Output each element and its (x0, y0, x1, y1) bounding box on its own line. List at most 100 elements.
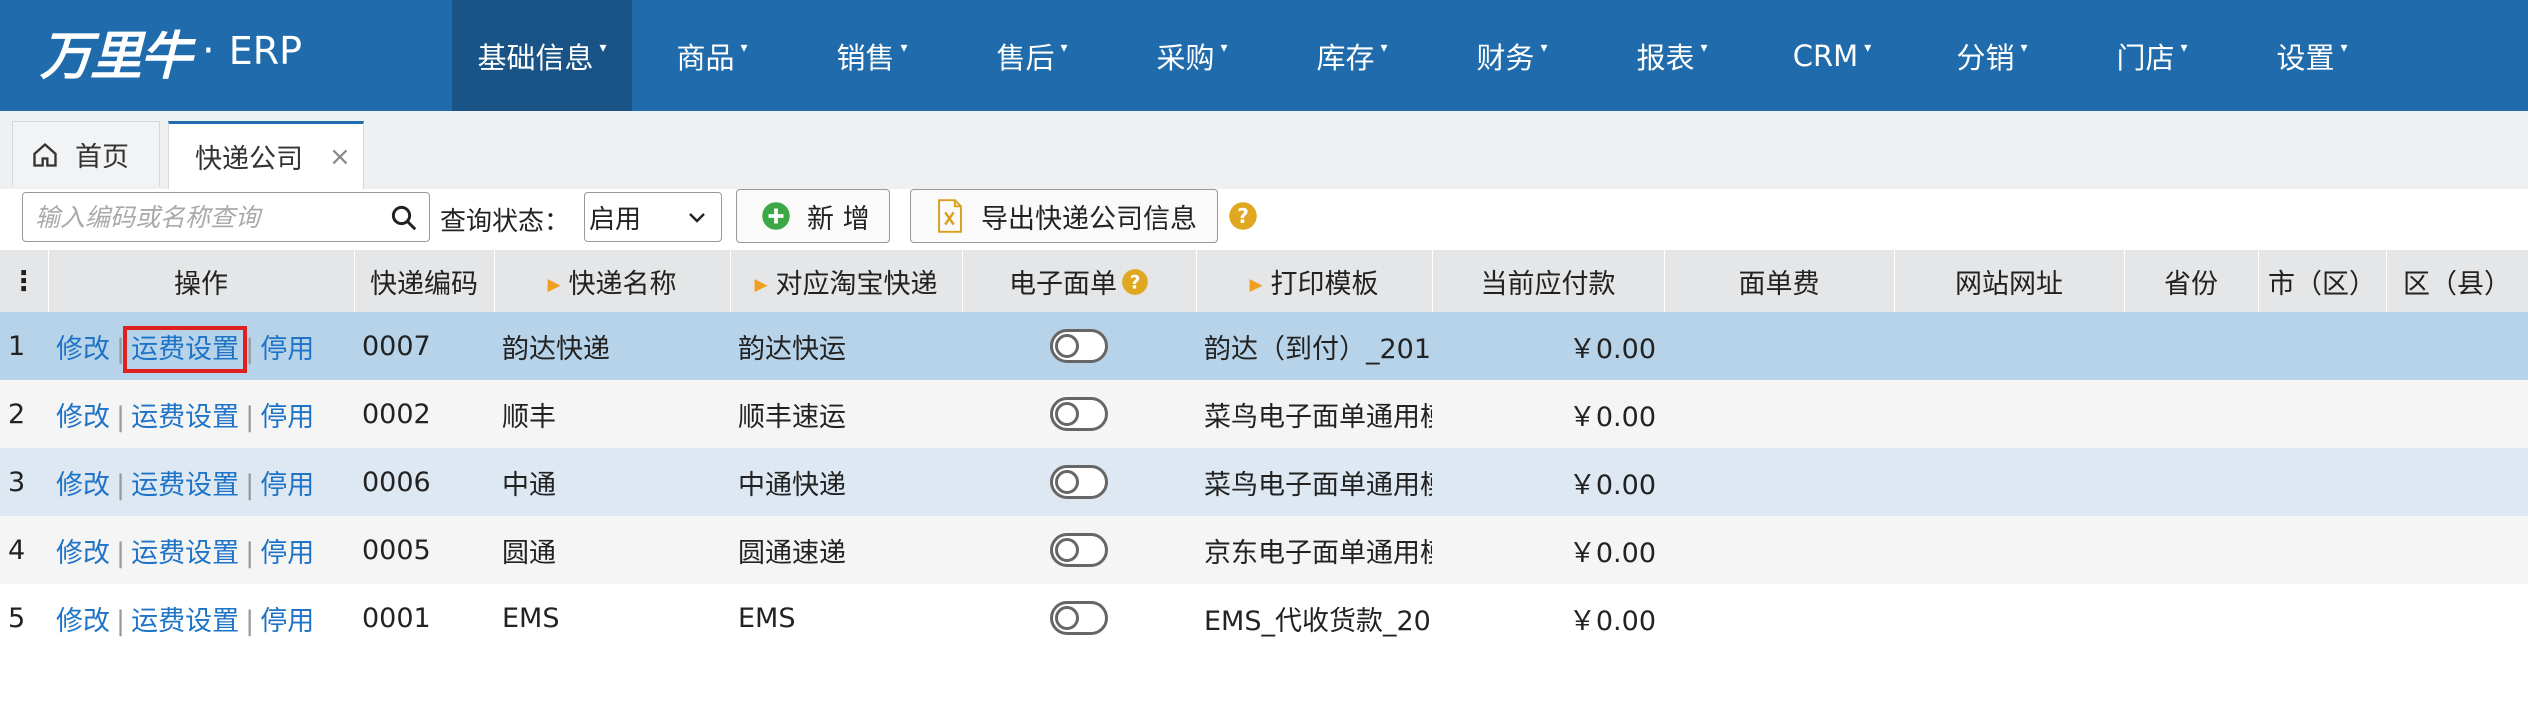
header-operations: 操作 (48, 250, 355, 312)
table-row[interactable]: 5 修改 | 运费设置 | 停用 0001 EMS EMS EMS_代收货款_201 ￥… (0, 584, 2528, 652)
cell-website (1894, 448, 2124, 516)
excel-file-icon (938, 199, 962, 233)
table-row[interactable]: 3 修改 | 运费设置 | 停用 0006 中通 中通快递 菜鸟电子面单通用模 ￥0.0… (0, 448, 2528, 516)
shipping-settings-link[interactable]: 运费设置 (123, 325, 248, 373)
cell-ewaybill (962, 516, 1196, 584)
cell-ewaybill (962, 312, 1196, 380)
cell-ewaybill (962, 584, 1196, 652)
row-index: 5 (0, 584, 48, 652)
row-index: 2 (0, 380, 48, 448)
cell-payable: ￥0.00 (1432, 448, 1664, 516)
chevron-down-icon: ▾ (1380, 39, 1388, 56)
close-icon[interactable]: × (329, 142, 351, 172)
table-row[interactable]: 4 修改 | 运费设置 | 停用 0005 圆通 圆通速递 京东电子面单通用模 ￥0.0… (0, 516, 2528, 584)
nav-products[interactable]: 商品 ▾ (632, 0, 792, 111)
cell-city (2258, 380, 2386, 448)
action-separator: | (116, 537, 126, 569)
edit-link[interactable]: 修改 (56, 606, 110, 637)
cell-city (2258, 448, 2386, 516)
cell-template: 韵达（到付）_2014 (1196, 312, 1432, 380)
tab-home-label: 首页 (75, 142, 129, 173)
cell-province (2124, 448, 2258, 516)
header-payable[interactable]: 当前应付款 (1432, 250, 1665, 312)
column-menu-icon[interactable]: ⋮ (0, 250, 49, 312)
disable-link[interactable]: 停用 (260, 470, 314, 501)
cell-code: 0006 (354, 448, 494, 516)
cell-fee (1664, 448, 1894, 516)
edit-link[interactable]: 修改 (56, 538, 110, 569)
header-template[interactable]: ▶ 打印模板 (1196, 250, 1433, 312)
header-city[interactable]: 市（区） (2258, 250, 2387, 312)
shipping-settings-link[interactable]: 运费设置 (131, 402, 239, 433)
nav-finance[interactable]: 财务 ▾ (1432, 0, 1592, 111)
nav-distribution[interactable]: 分销 ▾ (1912, 0, 2072, 111)
nav-sales[interactable]: 销售 ▾ (792, 0, 952, 111)
table-header-row: ⋮ 操作 快递编码 ▶ 快递名称 ▶ 对应淘宝快递 电子面单? ▶ 打印模板 当前应付… (0, 250, 2528, 312)
nav-reports[interactable]: 报表 ▾ (1592, 0, 1752, 111)
cell-payable: ￥0.00 (1432, 380, 1664, 448)
cell-name: 中通 (494, 448, 730, 516)
nav-label: 财务 (1476, 40, 1535, 75)
header-ewaybill[interactable]: 电子面单? (962, 250, 1197, 312)
edit-link[interactable]: 修改 (56, 334, 110, 365)
shipping-settings-link[interactable]: 运费设置 (131, 538, 239, 569)
cell-taobao: 顺丰速运 (730, 380, 962, 448)
ewaybill-toggle[interactable] (1050, 601, 1108, 635)
disable-link[interactable]: 停用 (260, 334, 314, 365)
nav-basic-info[interactable]: 基础信息 ▾ (452, 0, 632, 111)
chevron-down-icon (689, 213, 705, 223)
cell-city (2258, 584, 2386, 652)
nav-crm[interactable]: CRM ▾ (1752, 0, 1912, 111)
header-website[interactable]: 网站网址 (1894, 250, 2125, 312)
edit-link[interactable]: 修改 (56, 402, 110, 433)
action-separator: | (116, 333, 126, 365)
cell-website (1894, 312, 2124, 380)
cell-taobao: EMS (730, 584, 962, 652)
help-icon[interactable]: ? (1121, 268, 1149, 296)
shipping-settings-link[interactable]: 运费设置 (131, 470, 239, 501)
table-row[interactable]: 2 修改 | 运费设置 | 停用 0002 顺丰 顺丰速运 菜鸟电子面单通用模 ￥0.0… (0, 380, 2528, 448)
nav-purchasing[interactable]: 采购 ▾ (1112, 0, 1272, 111)
header-ewaybill-label: 电子面单 (1009, 268, 1117, 300)
search-icon[interactable] (389, 203, 419, 233)
action-separator: | (245, 333, 255, 365)
ewaybill-toggle[interactable] (1050, 397, 1108, 431)
tab-express-companies[interactable]: 快递公司 × (168, 121, 364, 189)
header-name[interactable]: ▶ 快递名称 (494, 250, 731, 312)
shipping-settings-link[interactable]: 运费设置 (131, 606, 239, 637)
header-code[interactable]: 快递编码 (354, 250, 495, 312)
main-menu: 基础信息 ▾ 商品 ▾ 销售 ▾ 售后 ▾ 采购 ▾ 库存 ▾ 财务 ▾ 报表 ▾ CRM ▾ 分… (452, 0, 2392, 111)
table-row[interactable]: 1 修改 | 运费设置 | 停用 0007 韵达快递 韵达快运 韵达（到付）_2014 … (0, 312, 2528, 380)
ewaybill-toggle[interactable] (1050, 465, 1108, 499)
header-taobao[interactable]: ▶ 对应淘宝快递 (730, 250, 963, 312)
add-button[interactable]: 新 增 (736, 189, 890, 243)
export-button[interactable]: 导出快递公司信息 (910, 189, 1218, 243)
express-company-table: ⋮ 操作 快递编码 ▶ 快递名称 ▶ 对应淘宝快递 电子面单? ▶ 打印模板 当前应付… (0, 250, 2528, 652)
cell-fee (1664, 584, 1894, 652)
disable-link[interactable]: 停用 (260, 538, 314, 569)
disable-link[interactable]: 停用 (260, 606, 314, 637)
logo-erp-text: ERP (228, 29, 303, 73)
nav-stores[interactable]: 门店 ▾ (2072, 0, 2232, 111)
ewaybill-toggle[interactable] (1050, 533, 1108, 567)
status-filter-value: 启用 (589, 204, 642, 235)
tab-home[interactable]: 首页 (12, 121, 160, 187)
nav-inventory[interactable]: 库存 ▾ (1272, 0, 1432, 111)
nav-label: 销售 (836, 40, 895, 75)
chevron-down-icon: ▾ (740, 39, 748, 56)
disable-link[interactable]: 停用 (260, 402, 314, 433)
header-county[interactable]: 区（县） (2386, 250, 2528, 312)
toolbar: 查询状态： 启用 新 增 导出快递公司信息 ? (0, 189, 2528, 249)
nav-after-sales[interactable]: 售后 ▾ (952, 0, 1112, 111)
header-province[interactable]: 省份 (2124, 250, 2259, 312)
nav-settings[interactable]: 设置 ▾ (2232, 0, 2392, 111)
status-filter-select[interactable]: 启用 (584, 192, 722, 242)
app-logo[interactable]: 万里牛 · ERP (40, 16, 303, 87)
edit-link[interactable]: 修改 (56, 470, 110, 501)
header-fee[interactable]: 面单费 (1664, 250, 1895, 312)
help-icon[interactable]: ? (1228, 201, 1258, 231)
ewaybill-toggle[interactable] (1050, 329, 1108, 363)
chevron-down-icon: ▾ (2340, 39, 2348, 56)
cell-website (1894, 516, 2124, 584)
search-input[interactable] (33, 193, 377, 241)
